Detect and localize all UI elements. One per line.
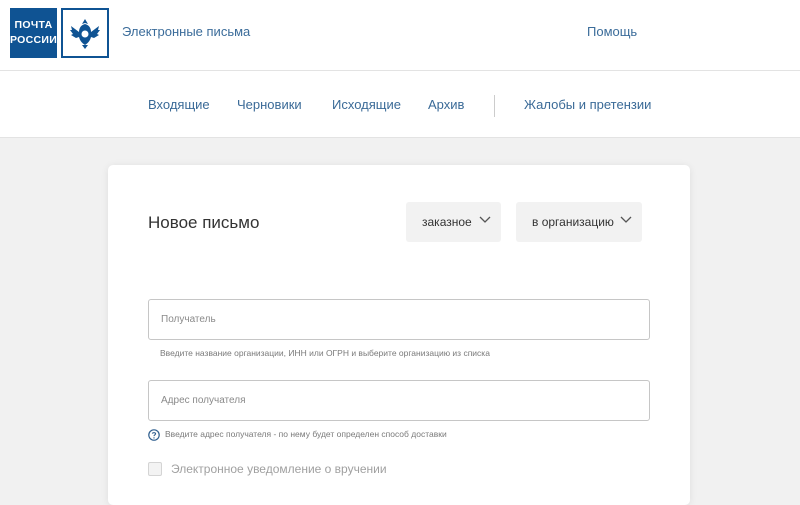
destination-value: в организацию xyxy=(532,215,614,229)
service-title[interactable]: Электронные письма xyxy=(122,24,250,39)
recipient-input[interactable] xyxy=(148,299,650,340)
recipient-address-input[interactable] xyxy=(148,380,650,421)
nav-item-drafts[interactable]: Черновики xyxy=(237,97,302,112)
question-circle-icon[interactable] xyxy=(148,429,160,441)
notification-checkbox[interactable] xyxy=(148,462,162,476)
address-hint: Введите адрес получателя - по нему будет… xyxy=(165,429,447,439)
chevron-down-icon xyxy=(479,216,491,223)
logo-line-1: ПОЧТА xyxy=(14,19,53,31)
destination-select[interactable]: в организацию xyxy=(516,202,642,242)
top-header: ПОЧТА РОССИИ Электронные письма Помощь xyxy=(0,0,800,71)
eagle-emblem-icon xyxy=(61,8,109,58)
letter-type-value: заказное xyxy=(422,215,472,229)
nav-item-complaints[interactable]: Жалобы и претензии xyxy=(524,97,651,112)
nav-item-archive[interactable]: Архив xyxy=(428,97,464,112)
page-title: Новое письмо xyxy=(148,213,260,232)
letter-type-select[interactable]: заказное xyxy=(406,202,501,242)
mail-navigation: Входящие Черновики Исходящие Архив Жалоб… xyxy=(0,71,800,138)
recipient-hint: Введите название организации, ИНН или ОГ… xyxy=(160,348,490,358)
nav-item-outbox[interactable]: Исходящие xyxy=(332,97,401,112)
logo-wordmark: ПОЧТА РОССИИ xyxy=(10,8,57,58)
notification-label[interactable]: Электронное уведомление о вручении xyxy=(171,462,387,476)
nav-divider xyxy=(494,95,495,117)
russian-post-logo[interactable]: ПОЧТА РОССИИ xyxy=(10,8,109,58)
new-letter-card: Новое письмо заказное в организацию Введ… xyxy=(108,165,690,505)
help-link[interactable]: Помощь xyxy=(587,24,637,39)
nav-item-inbox[interactable]: Входящие xyxy=(148,97,210,112)
logo-line-2: РОССИИ xyxy=(9,34,58,46)
chevron-down-icon xyxy=(620,216,632,223)
